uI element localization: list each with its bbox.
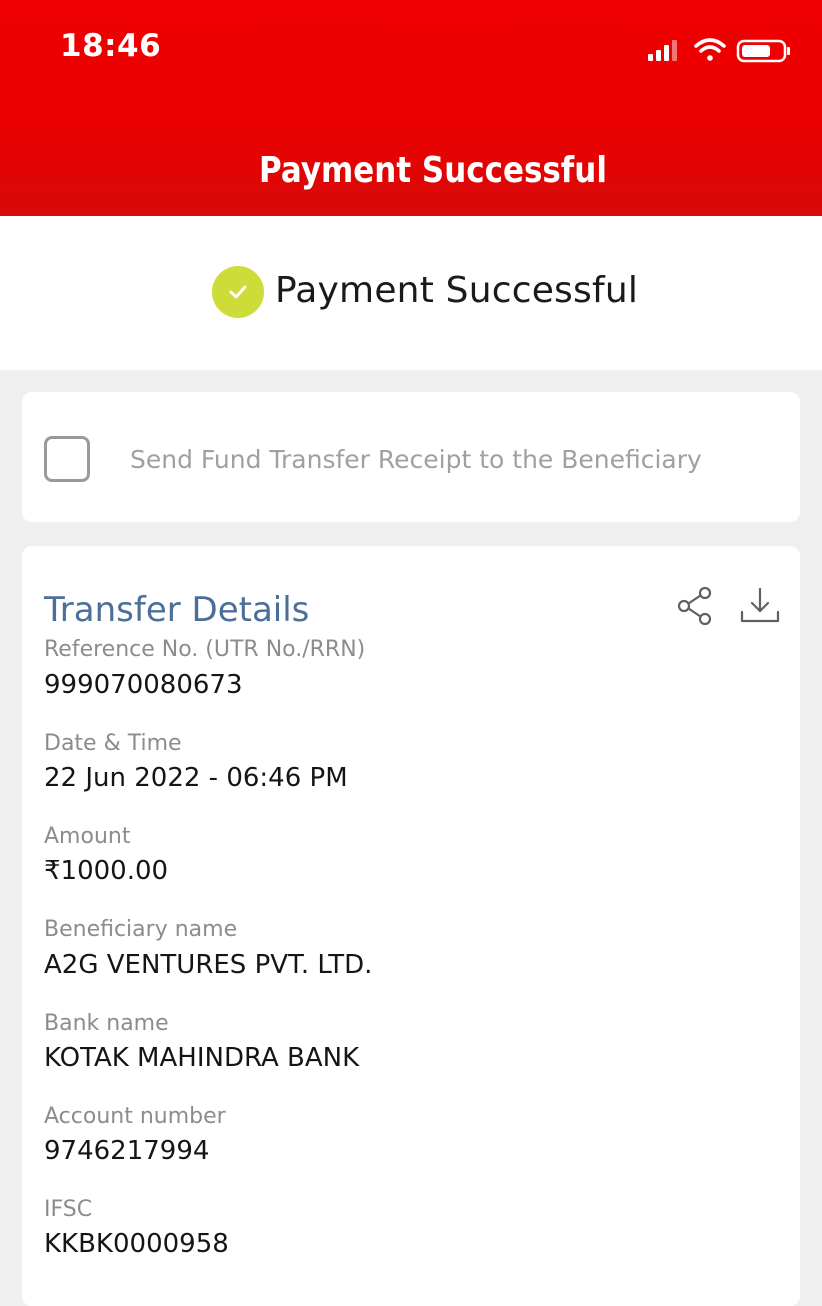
date-time-label: Date & Time: [44, 731, 182, 756]
success-banner: Payment Successful: [0, 216, 822, 370]
page-title: Payment Successful: [259, 150, 607, 191]
ifsc-label: IFSC: [44, 1197, 93, 1222]
bank-name-value: KOTAK MAHINDRA BANK: [44, 1043, 360, 1073]
transfer-details-card: Transfer Details Reference No. (UTR No./…: [22, 546, 800, 1306]
amount-label: Amount: [44, 824, 131, 849]
download-icon[interactable]: [739, 586, 781, 626]
status-bar-icons: [648, 38, 790, 63]
share-icon[interactable]: [675, 586, 715, 626]
success-message: Payment Successful: [275, 270, 639, 311]
transfer-details-title: Transfer Details: [44, 590, 310, 630]
battery-icon: [736, 39, 790, 63]
send-receipt-checkbox[interactable]: [44, 436, 90, 482]
bank-name-label: Bank name: [44, 1011, 169, 1036]
date-time-value: 22 Jun 2022 - 06:46 PM: [44, 763, 348, 793]
reference-number-label: Reference No. (UTR No./RRN): [44, 637, 366, 662]
ifsc-value: KKBK0000958: [44, 1229, 229, 1259]
amount-value: ₹1000.00: [44, 856, 169, 886]
wifi-icon: [694, 38, 726, 61]
beneficiary-name-value: A2G VENTURES PVT. LTD.: [44, 950, 373, 980]
account-number-label: Account number: [44, 1104, 226, 1129]
beneficiary-name-label: Beneficiary name: [44, 917, 238, 942]
send-receipt-label[interactable]: Send Fund Transfer Receipt to the Benefi…: [130, 445, 702, 474]
reference-number-value: 999070080673: [44, 670, 243, 700]
status-bar-time: 18:46: [60, 28, 162, 64]
cellular-signal-icon: [648, 40, 677, 61]
check-circle-icon: [212, 266, 264, 318]
account-number-value: 9746217994: [44, 1136, 210, 1166]
app-header: 18:46 Payment Successful: [0, 0, 822, 216]
send-receipt-card: Send Fund Transfer Receipt to the Benefi…: [22, 392, 800, 522]
